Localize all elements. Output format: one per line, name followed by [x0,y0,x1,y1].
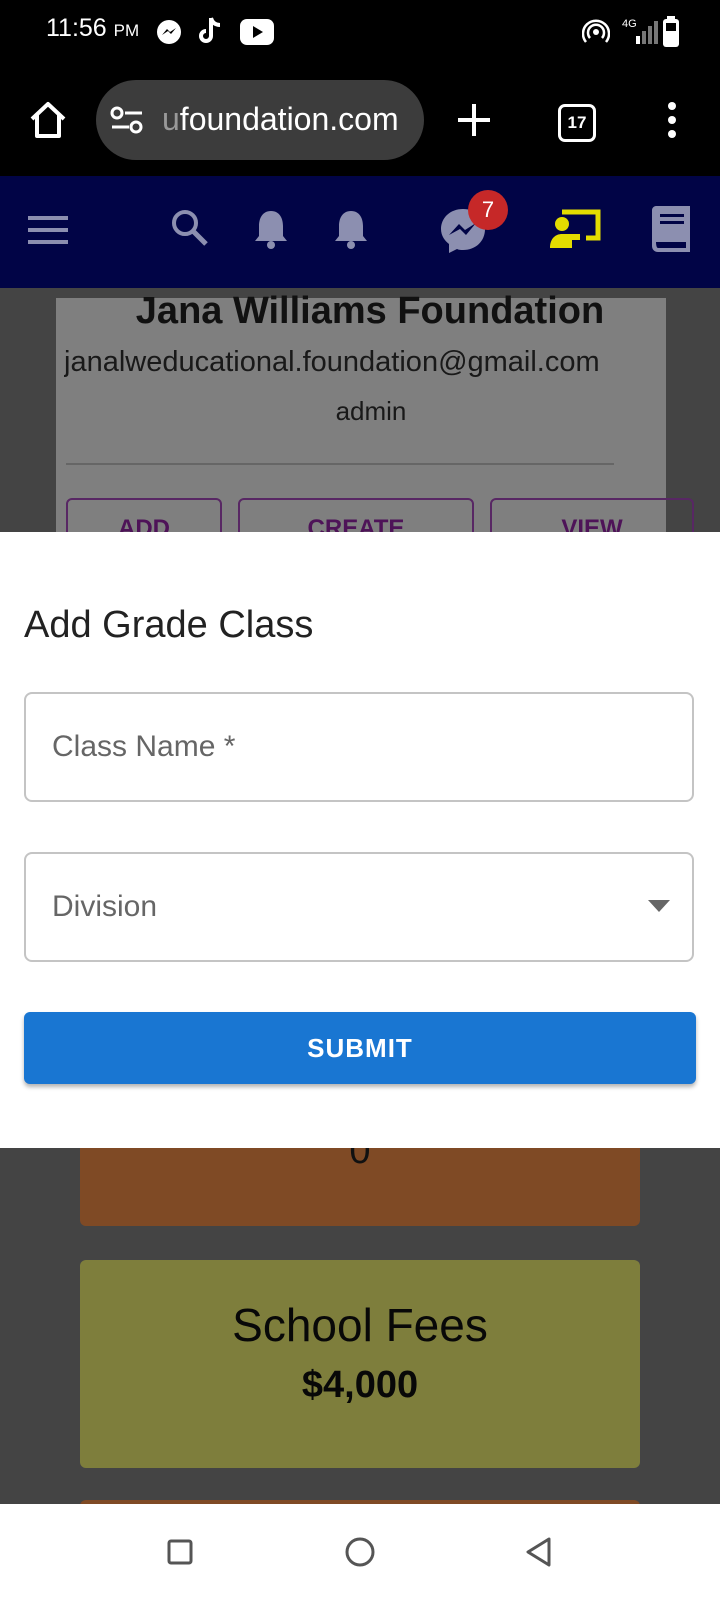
status-time: 11:56 PM [46,14,139,43]
battery-icon [663,16,679,47]
more-options-icon[interactable] [662,100,682,140]
division-label: Division [52,890,158,923]
class-name-field[interactable]: Class Name * [24,692,694,802]
division-select[interactable]: Division [24,852,694,962]
home-circle-icon[interactable] [344,1536,376,1568]
submit-button[interactable]: SUBMIT [24,1012,696,1084]
url-text[interactable]: ufoundation.com [162,101,399,138]
home-icon[interactable] [28,100,68,140]
status-bar: 11:56 PM 4G [0,0,720,64]
app-header [0,176,720,288]
search-icon[interactable] [170,208,210,248]
new-tab-icon[interactable] [456,102,492,138]
browser-toolbar: ufoundation.com 17 [0,64,720,176]
site-settings-icon[interactable] [110,105,144,135]
class-name-label: Class Name * [52,730,236,763]
recent-apps-icon[interactable] [166,1538,194,1566]
messenger-icon [157,20,181,44]
classroom-icon[interactable] [550,208,602,250]
bell-icon[interactable] [252,208,290,250]
navigation-bar [0,1504,720,1600]
youtube-icon [240,19,274,45]
url-text-faded: u [162,101,180,137]
dialog-title: Add Grade Class [24,604,314,646]
bell-icon[interactable] [332,208,370,250]
menu-icon[interactable] [28,214,68,246]
book-icon[interactable] [650,204,694,254]
message-count-badge: 7 [468,190,508,230]
tiktok-icon [199,17,221,43]
hotspot-icon [582,19,610,43]
status-ampm: PM [113,21,140,40]
tab-switcher-button[interactable]: 17 [558,104,596,142]
dropdown-arrow-icon [648,900,670,912]
signal-icon [636,21,658,44]
back-icon[interactable] [524,1536,554,1568]
status-time-value: 11:56 [46,14,107,42]
url-text-main: foundation.com [179,101,399,137]
